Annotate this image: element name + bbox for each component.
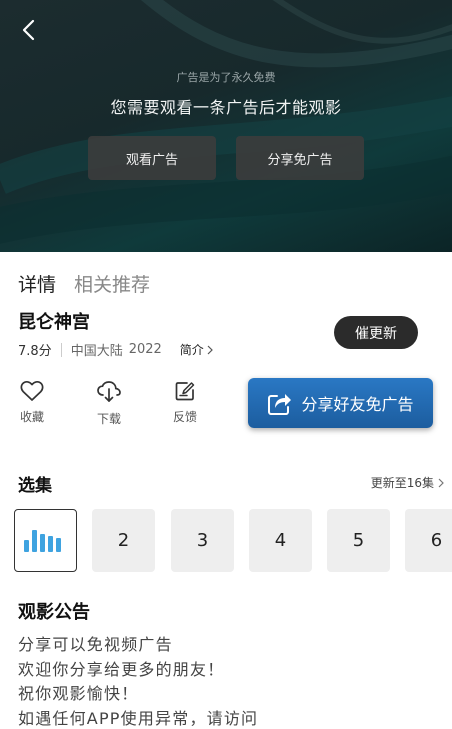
tab-details[interactable]: 详情 — [18, 270, 56, 297]
intro-link[interactable]: 简介 — [180, 341, 213, 358]
notice-line: 分享可以免视频广告 — [18, 635, 173, 654]
favorite-button[interactable]: 收藏 — [12, 380, 52, 425]
episodes-title: 选集 — [18, 476, 52, 496]
heart-icon — [20, 380, 44, 401]
video-player: 广告是为了永久免费 您需要观看一条广告后才能观影 观看广告 分享免广告 — [0, 0, 452, 252]
notice-title: 观影公告 — [18, 602, 90, 623]
notice-line: 祝你观影愉快！ — [18, 684, 139, 703]
edit-icon — [175, 382, 195, 401]
cloud-download-icon — [97, 381, 121, 402]
rating-score: 7.8分 — [18, 344, 52, 359]
detail-tabs: 详情 相关推荐 — [18, 270, 150, 297]
tab-recommendations[interactable]: 相关推荐 — [74, 270, 150, 297]
chevron-left-icon — [22, 19, 35, 41]
share-skip-ad-button[interactable]: 分享免广告 — [236, 136, 364, 180]
intro-label: 简介 — [179, 343, 204, 357]
ad-note: 广告是为了永久免费 — [176, 71, 276, 84]
episode-item-2[interactable]: 2 — [92, 509, 155, 572]
share-friends-label: 分享好友免广告 — [301, 395, 414, 414]
share-icon — [268, 394, 292, 415]
video-meta: 7.8分 中国大陆 2022 简介 — [18, 340, 213, 359]
notice-line: 如遇任何APP使用异常，请访问 — [18, 708, 259, 728]
episode-item-5[interactable]: 5 — [327, 509, 390, 572]
background-pattern — [0, 0, 452, 244]
episode-item-4[interactable]: 4 — [249, 509, 312, 572]
back-button[interactable] — [12, 14, 44, 46]
download-label: 下载 — [96, 412, 121, 426]
chevron-right-icon — [438, 478, 444, 487]
episode-item-3[interactable]: 3 — [171, 509, 234, 572]
episode-item-6[interactable]: 6 — [405, 509, 452, 572]
watch-ad-button[interactable]: 观看广告 — [88, 136, 216, 180]
download-button[interactable]: 下载 — [89, 380, 129, 427]
year-label: 2022 — [128, 342, 162, 357]
notice-line: 欢迎你分享给更多的朋友！ — [18, 659, 225, 679]
urge-update-button[interactable]: 催更新 — [334, 316, 418, 349]
favorite-label: 收藏 — [19, 410, 44, 424]
episode-item-current[interactable] — [14, 509, 77, 572]
video-title: 昆仑神宫 — [18, 312, 90, 333]
meta-divider — [60, 342, 62, 357]
share-friends-button[interactable]: 分享好友免广告 — [248, 378, 433, 428]
ad-message: 您需要观看一条广告后才能观影 — [110, 98, 342, 117]
playing-bars-icon — [23, 529, 61, 552]
feedback-button[interactable]: 反馈 — [165, 380, 205, 425]
notice-body: 分享可以免视频广告 欢迎你分享给更多的朋友！ 祝你观影愉快！ 如遇任何APP使用… — [18, 633, 258, 729]
episode-list: 2 3 4 5 6 — [14, 509, 452, 572]
feedback-label: 反馈 — [172, 410, 197, 424]
episodes-update-label: 更新至16集 — [370, 476, 434, 490]
region-label: 中国大陆 — [70, 344, 123, 359]
chevron-right-icon — [207, 345, 213, 354]
episodes-update-link[interactable]: 更新至16集 — [371, 474, 444, 491]
